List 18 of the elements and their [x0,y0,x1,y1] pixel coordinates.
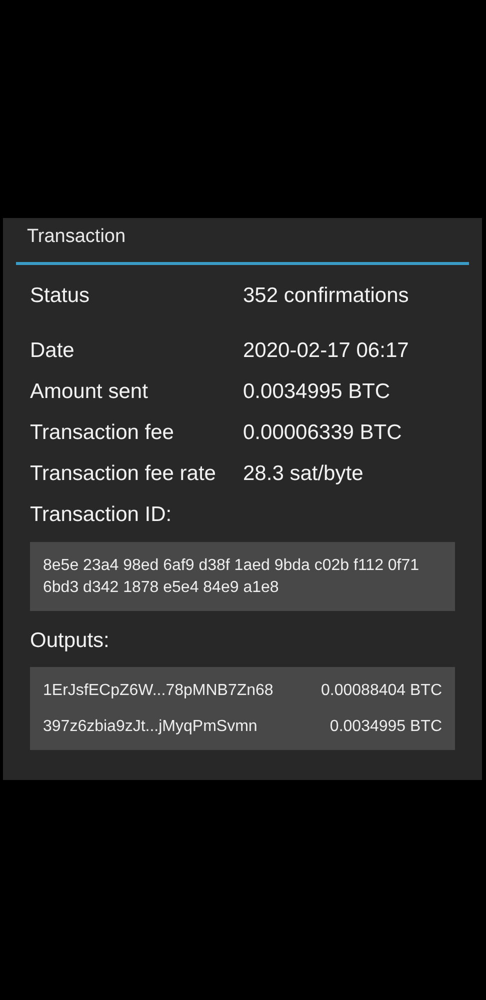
output-amount: 0.00088404 BTC [321,680,442,700]
field-value: 352 confirmations [243,282,409,309]
field-value: 2020-02-17 06:17 [243,338,409,364]
field-label: Transaction fee rate [30,460,217,487]
field-value: 28.3 sat/byte [243,460,364,487]
field-label: Transaction fee [30,420,175,446]
field-value: 0.00006339 BTC [243,420,402,446]
field-label: Date [30,338,76,364]
field-label: Amount sent [30,378,149,405]
output-amount: 0.0034995 BTC [330,716,442,736]
outputs-label: Outputs: [30,628,110,654]
field-label: Status [30,282,91,309]
output-address: 1ErJsfECpZ6W...78pMNB7Zn68 [43,680,274,700]
transaction-id-label: Transaction ID: [30,502,172,528]
field-value: 0.0034995 BTC [243,378,390,405]
transaction-id-box: 8e5e 23a4 98ed 6af9 d38f 1aed 9bda c02b f112 0f71 6bd3 d342 1878 e5e4 84e9 a1e8 [30,542,455,611]
dialog-title: Transaction [27,226,126,247]
output-address: 397z6zbia9zJt...jMyqPmSvmn [43,716,258,736]
